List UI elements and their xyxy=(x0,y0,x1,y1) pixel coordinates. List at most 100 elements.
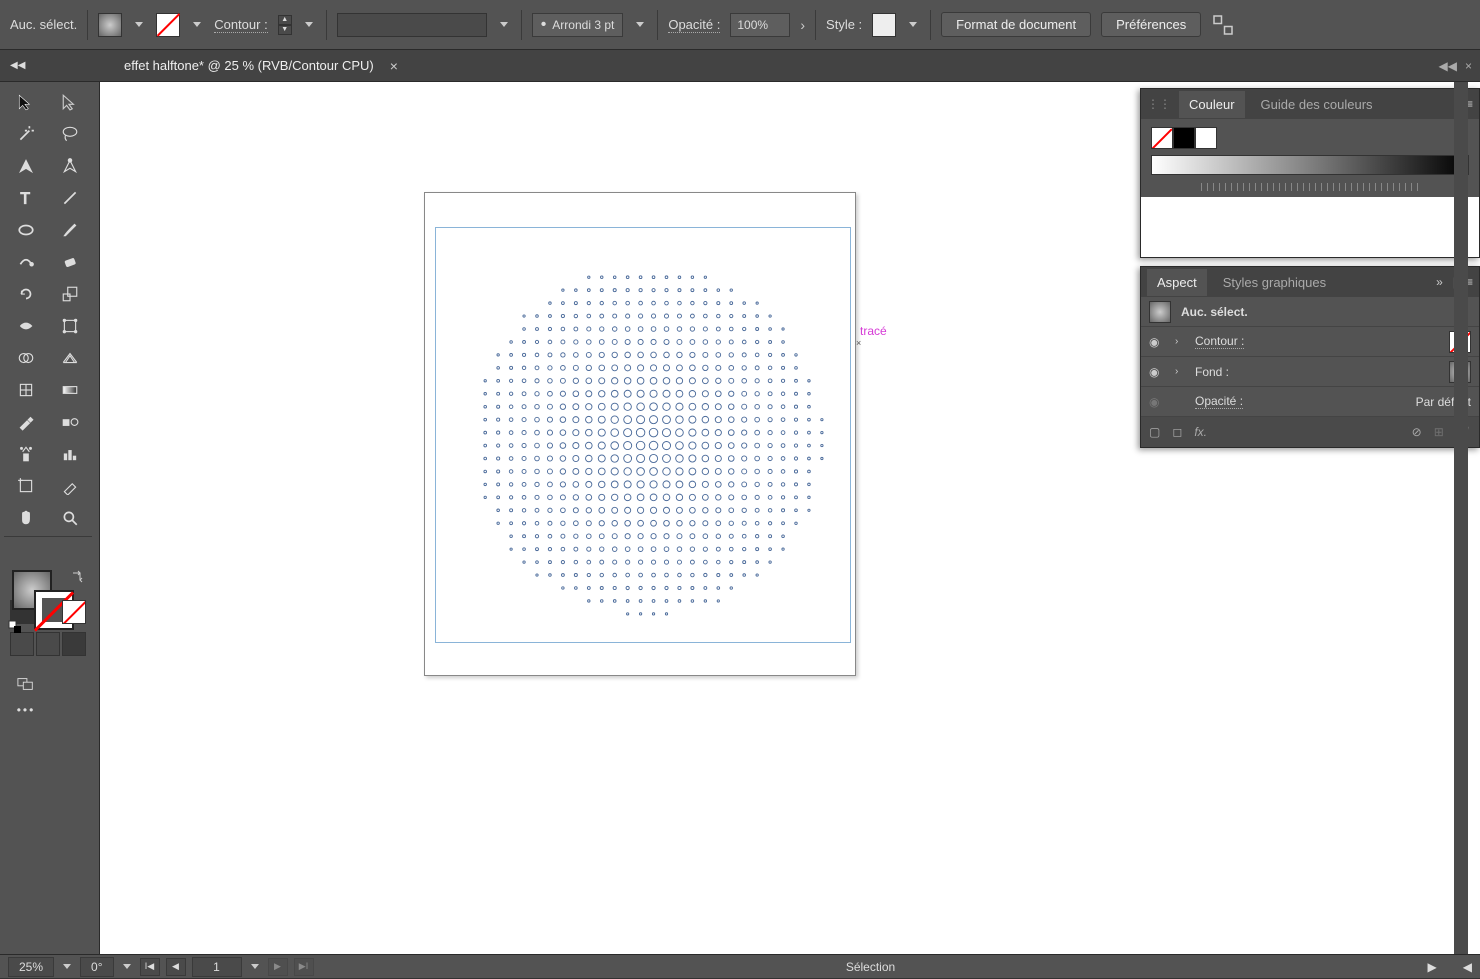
contour-label[interactable]: Contour : xyxy=(214,17,267,33)
selection-tool[interactable] xyxy=(4,86,48,118)
add-effect-label[interactable]: fx. xyxy=(1194,425,1207,439)
appearance-fill-row[interactable]: ◉ › Fond : xyxy=(1141,357,1479,387)
scroll-left-icon[interactable]: ◀ xyxy=(1463,960,1472,974)
hand-tool[interactable] xyxy=(4,502,48,534)
rotation-field[interactable]: 0° xyxy=(80,957,113,977)
toolbox: T xyxy=(0,82,100,954)
opacity-attr-label[interactable]: Opacité : xyxy=(1195,394,1243,409)
stroke-weight-stepper[interactable]: ▲▼ xyxy=(278,15,292,35)
default-fill-stroke-icon[interactable] xyxy=(8,620,22,634)
color-mode-none[interactable] xyxy=(62,600,86,624)
edit-toolbar[interactable]: ••• xyxy=(4,694,48,726)
rotate-tool[interactable] xyxy=(4,278,48,310)
gradient-tool[interactable] xyxy=(48,374,92,406)
shaper-tool[interactable] xyxy=(4,246,48,278)
first-artboard-button[interactable]: I◀ xyxy=(140,958,160,976)
opacity-more[interactable]: › xyxy=(800,17,805,33)
stroke-weight-dropdown[interactable] xyxy=(302,13,316,37)
graphic-styles-tab[interactable]: Styles graphiques xyxy=(1213,269,1336,296)
zoom-tool[interactable] xyxy=(48,502,92,534)
preferences-button[interactable]: Préférences xyxy=(1101,12,1201,37)
stroke-swatch[interactable] xyxy=(156,13,180,37)
clear-appearance-icon[interactable]: ⊘ xyxy=(1412,425,1422,439)
stroke-attr-label[interactable]: Contour : xyxy=(1195,334,1244,349)
column-graph-tool[interactable] xyxy=(48,438,92,470)
status-play-icon[interactable]: ▶ xyxy=(1428,960,1437,974)
color-tab[interactable]: Couleur xyxy=(1179,91,1245,118)
opacity-label[interactable]: Opacité : xyxy=(668,17,720,33)
color-guide-tab[interactable]: Guide des couleurs xyxy=(1251,91,1383,118)
zoom-field[interactable]: 25% xyxy=(8,957,54,977)
artboard-number[interactable]: 1 xyxy=(192,957,242,977)
new-art-icon[interactable]: ◻ xyxy=(1172,425,1182,439)
doc-setup-button[interactable]: Format de document xyxy=(941,12,1091,37)
collapse-toolbox-icon[interactable]: ◀◀ xyxy=(10,60,25,71)
align-panel-icon[interactable] xyxy=(1211,13,1235,37)
ellipse-tool[interactable] xyxy=(4,214,48,246)
expand-icon[interactable]: › xyxy=(1175,366,1185,377)
expand-icon[interactable]: › xyxy=(1175,336,1185,347)
last-artboard-button: ▶I xyxy=(294,958,314,976)
width-tool[interactable] xyxy=(4,310,48,342)
paintbrush-tool[interactable] xyxy=(48,214,92,246)
free-transform-tool[interactable] xyxy=(48,310,92,342)
fill-attr-label[interactable]: Fond : xyxy=(1195,365,1229,379)
slice-tool[interactable] xyxy=(48,470,92,502)
document-tab-title: effet halftone* @ 25 % (RVB/Contour CPU) xyxy=(124,58,374,73)
brush-dropdown[interactable] xyxy=(497,13,511,37)
rotation-dropdown[interactable] xyxy=(120,955,134,979)
appearance-opacity-row[interactable]: ◉ Opacité : Par défaut xyxy=(1141,387,1479,417)
mesh-tool[interactable] xyxy=(4,374,48,406)
scale-tool[interactable] xyxy=(48,278,92,310)
color-white-swatch[interactable] xyxy=(1195,127,1217,149)
fill-dropdown[interactable] xyxy=(132,13,146,37)
symbol-sprayer-tool[interactable] xyxy=(4,438,48,470)
style-dropdown[interactable] xyxy=(906,13,920,37)
duplicate-item-icon: ⊞ xyxy=(1434,425,1444,439)
color-black-swatch[interactable] xyxy=(1173,127,1195,149)
type-tool[interactable]: T xyxy=(4,182,48,214)
halftone-artwork[interactable] xyxy=(463,255,833,625)
prev-artboard-button[interactable]: ◀ xyxy=(166,958,186,976)
swap-fill-stroke-icon[interactable] xyxy=(70,570,84,584)
direct-selection-tool[interactable] xyxy=(48,86,92,118)
document-tab[interactable]: effet halftone* @ 25 % (RVB/Contour CPU)… xyxy=(108,52,414,80)
artboard-tool[interactable] xyxy=(4,470,48,502)
profile-dropdown[interactable] xyxy=(633,13,647,37)
eraser-tool[interactable] xyxy=(48,246,92,278)
visibility-icon[interactable]: ◉ xyxy=(1149,335,1165,349)
panel-close-icon[interactable]: × xyxy=(1465,59,1472,73)
line-tool[interactable] xyxy=(48,182,92,214)
pen-tool[interactable] xyxy=(4,150,48,182)
visibility-icon[interactable]: ◉ xyxy=(1149,365,1165,379)
artboard[interactable] xyxy=(424,192,856,676)
zoom-dropdown[interactable] xyxy=(60,955,74,979)
shape-builder-tool[interactable] xyxy=(4,342,48,374)
divider xyxy=(930,10,931,40)
grayscale-ramp[interactable] xyxy=(1151,155,1469,175)
divider xyxy=(87,10,88,40)
magic-wand-tool[interactable] xyxy=(4,118,48,150)
color-none-swatch[interactable] xyxy=(1151,127,1173,149)
aspect-tab[interactable]: Aspect xyxy=(1147,269,1207,296)
artboard-dropdown[interactable] xyxy=(248,955,262,979)
close-tab-icon[interactable]: × xyxy=(390,58,398,74)
perspective-grid-tool[interactable] xyxy=(48,342,92,374)
panel-expand-icon[interactable]: » xyxy=(1436,275,1443,289)
new-art-basic-icon[interactable]: ▢ xyxy=(1149,425,1160,439)
blend-tool[interactable] xyxy=(48,406,92,438)
stroke-profile-combo[interactable]: • Arrondi 3 pt xyxy=(532,13,624,37)
brush-definition[interactable] xyxy=(337,13,487,37)
vertical-scrollbar[interactable] xyxy=(1454,82,1468,954)
style-swatch[interactable] xyxy=(872,13,896,37)
panel-collapse-icon[interactable]: ◀◀ xyxy=(1439,59,1457,73)
opacity-input[interactable] xyxy=(730,13,790,37)
fill-swatch[interactable] xyxy=(98,13,122,37)
lasso-tool[interactable] xyxy=(48,118,92,150)
color-spectrum-placeholder[interactable] xyxy=(1141,197,1479,257)
curvature-tool[interactable] xyxy=(48,150,92,182)
panel-grip-icon[interactable]: ⋮⋮ xyxy=(1147,97,1171,111)
stroke-dropdown[interactable] xyxy=(190,13,204,37)
eyedropper-tool[interactable] xyxy=(4,406,48,438)
appearance-stroke-row[interactable]: ◉ › Contour : xyxy=(1141,327,1479,357)
